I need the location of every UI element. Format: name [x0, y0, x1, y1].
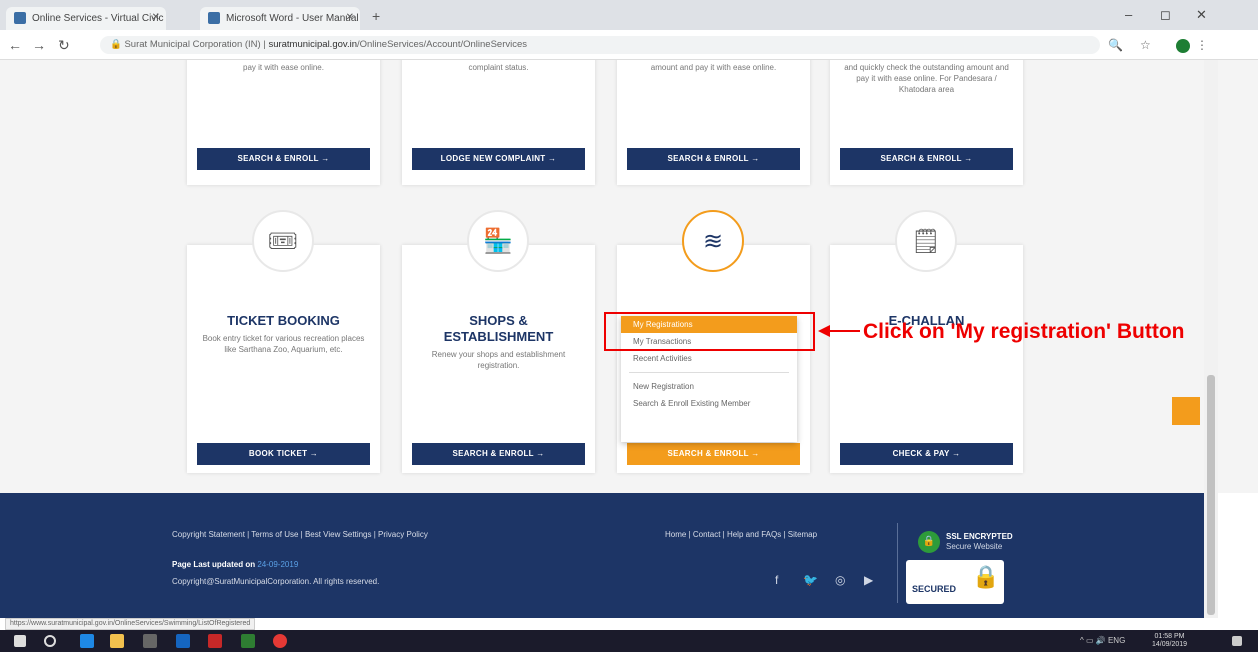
calculator-icon[interactable]: [143, 634, 157, 648]
pdf-icon[interactable]: [208, 634, 222, 648]
search-enroll-button[interactable]: SEARCH & ENROLL →: [197, 148, 370, 170]
card-description: amount and pay it with ease online.: [650, 63, 777, 72]
ticket-booking-card: TICKET BOOKING Book entry ticket for var…: [187, 245, 380, 473]
page-updated: Page Last updated on 24-09-2019: [172, 560, 298, 569]
card-description: pay it with ease online.: [243, 63, 324, 72]
clock-date: 14/09/2019: [1152, 641, 1188, 648]
scroll-to-top-button[interactable]: [1172, 397, 1200, 425]
shop-icon: 🏪: [467, 210, 529, 272]
language-indicator: ENG: [1107, 636, 1126, 645]
e-challan-card: E-CHALLAN CHECK & PAY →: [830, 245, 1023, 473]
search-icon[interactable]: [44, 635, 56, 647]
book-ticket-button[interactable]: BOOK TICKET →: [197, 443, 370, 465]
url-input[interactable]: 🔒 Surat Municipal Corporation (IN) | sur…: [100, 36, 1100, 54]
updated-label: Page Last updated on: [172, 560, 258, 569]
service-card: pay it with ease online. SEARCH & ENROLL…: [187, 60, 380, 185]
profile-avatar[interactable]: [1176, 39, 1190, 53]
updated-date: 24-09-2019: [257, 560, 299, 569]
forward-icon[interactable]: →: [32, 37, 46, 53]
card-description: and quickly check the outstanding amount…: [844, 63, 1009, 94]
challan-icon: 🗒: [895, 210, 957, 272]
search-enroll-button[interactable]: SEARCH & ENROLL →: [840, 148, 1013, 170]
search-enroll-button[interactable]: SEARCH & ENROLL →: [412, 443, 585, 465]
secured-label: SECURED: [912, 584, 957, 594]
footer-nav-links[interactable]: Home | Contact | Help and FAQs | Sitemap: [665, 530, 817, 539]
ssl-line2: Secure Website: [946, 542, 1003, 551]
ssl-badge: SSL ENCRYPTED Secure Website: [946, 532, 1013, 552]
site-favicon-icon: [208, 12, 220, 24]
notification-icon[interactable]: [1232, 636, 1242, 646]
twitter-icon[interactable]: 🐦: [803, 573, 818, 587]
maximize-icon[interactable]: ◻: [1160, 7, 1171, 23]
url-prefix: Surat Municipal Corporation (IN) |: [124, 39, 269, 50]
swimming-pool-icon: ≋: [682, 210, 744, 272]
youtube-icon[interactable]: ▶: [864, 573, 873, 587]
tab-label: Microsoft Word - User Manual t: [226, 13, 360, 24]
card-description: Renew your shops and establishment regis…: [431, 350, 566, 370]
browser-tab-bar: Online Services - Virtual Civic Ce ✕ Mic…: [0, 0, 1258, 30]
site-footer: Copyright Statement | Terms of Use | Bes…: [0, 493, 1204, 618]
edge-icon[interactable]: [80, 634, 94, 648]
chrome-icon[interactable]: [273, 634, 287, 648]
tab-label: Online Services - Virtual Civic Ce: [32, 13, 166, 24]
excel-icon[interactable]: [241, 634, 255, 648]
url-path: /OnlineServices/Account/OnlineServices: [356, 39, 528, 50]
windows-start-icon[interactable]: [14, 635, 26, 647]
site-favicon-icon: [14, 12, 26, 24]
browser-tab-online-services[interactable]: Online Services - Virtual Civic Ce ✕: [6, 7, 166, 30]
windows-taskbar: ^ ▭ 🔊 ENG 01:58 PM 14/09/2019: [0, 630, 1258, 652]
highlight-box: [604, 312, 815, 351]
close-tab-icon[interactable]: ✕: [152, 12, 160, 23]
instruction-annotation: Click on 'My registration' Button: [863, 320, 1185, 343]
zoom-icon[interactable]: 🔍: [1108, 38, 1123, 52]
system-tray[interactable]: ^ ▭ 🔊 ENG: [1080, 636, 1125, 645]
status-bar-url: https://www.suratmunicipal.gov.in/Online…: [5, 618, 256, 630]
arrow-line: [828, 330, 860, 332]
padlock-icon: 🔒: [972, 564, 1000, 589]
ssl-line1: SSL ENCRYPTED: [946, 532, 1013, 541]
search-enroll-button[interactable]: SEARCH & ENROLL →: [627, 443, 800, 465]
url-domain: suratmunicipal.gov.in: [268, 39, 357, 50]
scrollbar-thumb[interactable]: [1207, 375, 1215, 615]
lock-icon: 🔒: [918, 531, 940, 553]
footer-divider: [897, 523, 898, 603]
card-title: TICKET BOOKING: [227, 313, 340, 328]
search-enroll-button[interactable]: SEARCH & ENROLL →: [627, 148, 800, 170]
secured-seal: SECURED 🔒: [906, 560, 1004, 604]
minimize-icon[interactable]: –: [1125, 7, 1132, 22]
close-window-icon[interactable]: ✕: [1196, 7, 1207, 23]
bookmark-star-icon[interactable]: ☆: [1140, 38, 1151, 52]
service-card: amount and pay it with ease online. SEAR…: [617, 60, 810, 185]
copyright-text: Copyright@SuratMunicipalCorporation. All…: [172, 577, 380, 586]
check-pay-button[interactable]: CHECK & PAY →: [840, 443, 1013, 465]
card-description: Book entry ticket for various recreation…: [202, 334, 365, 354]
app-icon[interactable]: [176, 634, 190, 648]
instagram-icon[interactable]: ◎: [835, 573, 845, 587]
card-title: SHOPS & ESTABLISHMENT: [443, 313, 554, 344]
menu-kebab-icon[interactable]: ⋮: [1196, 38, 1208, 52]
shops-establishment-card: SHOPS & ESTABLISHMENT Renew your shops a…: [402, 245, 595, 473]
footer-policy-links[interactable]: Copyright Statement | Terms of Use | Bes…: [172, 530, 428, 539]
clock[interactable]: 01:58 PM 14/09/2019: [1152, 633, 1187, 649]
new-tab-icon[interactable]: +: [372, 8, 380, 24]
new-registration-menu-item[interactable]: New Registration: [621, 378, 797, 395]
service-card: complaint status. LODGE NEW COMPLAINT →: [402, 60, 595, 185]
recent-activities-menu-item[interactable]: Recent Activities: [621, 350, 797, 367]
back-icon[interactable]: ←: [8, 37, 22, 53]
address-bar: ← → ↻ 🔒 Surat Municipal Corporation (IN)…: [0, 30, 1258, 60]
ticket-icon: 🎟: [252, 210, 314, 272]
card-description: complaint status.: [468, 63, 529, 72]
menu-divider: [629, 372, 789, 373]
lodge-complaint-button[interactable]: LODGE NEW COMPLAINT →: [412, 148, 585, 170]
clock-time: 01:58 PM: [1154, 633, 1185, 640]
service-card: and quickly check the outstanding amount…: [830, 60, 1023, 185]
browser-tab-word[interactable]: Microsoft Word - User Manual t ✕: [200, 7, 360, 30]
close-tab-icon[interactable]: ✕: [346, 12, 354, 23]
file-explorer-icon[interactable]: [110, 634, 124, 648]
search-enroll-member-menu-item[interactable]: Search & Enroll Existing Member: [621, 395, 797, 412]
reload-icon[interactable]: ↻: [58, 37, 70, 54]
facebook-icon[interactable]: f: [775, 573, 778, 587]
